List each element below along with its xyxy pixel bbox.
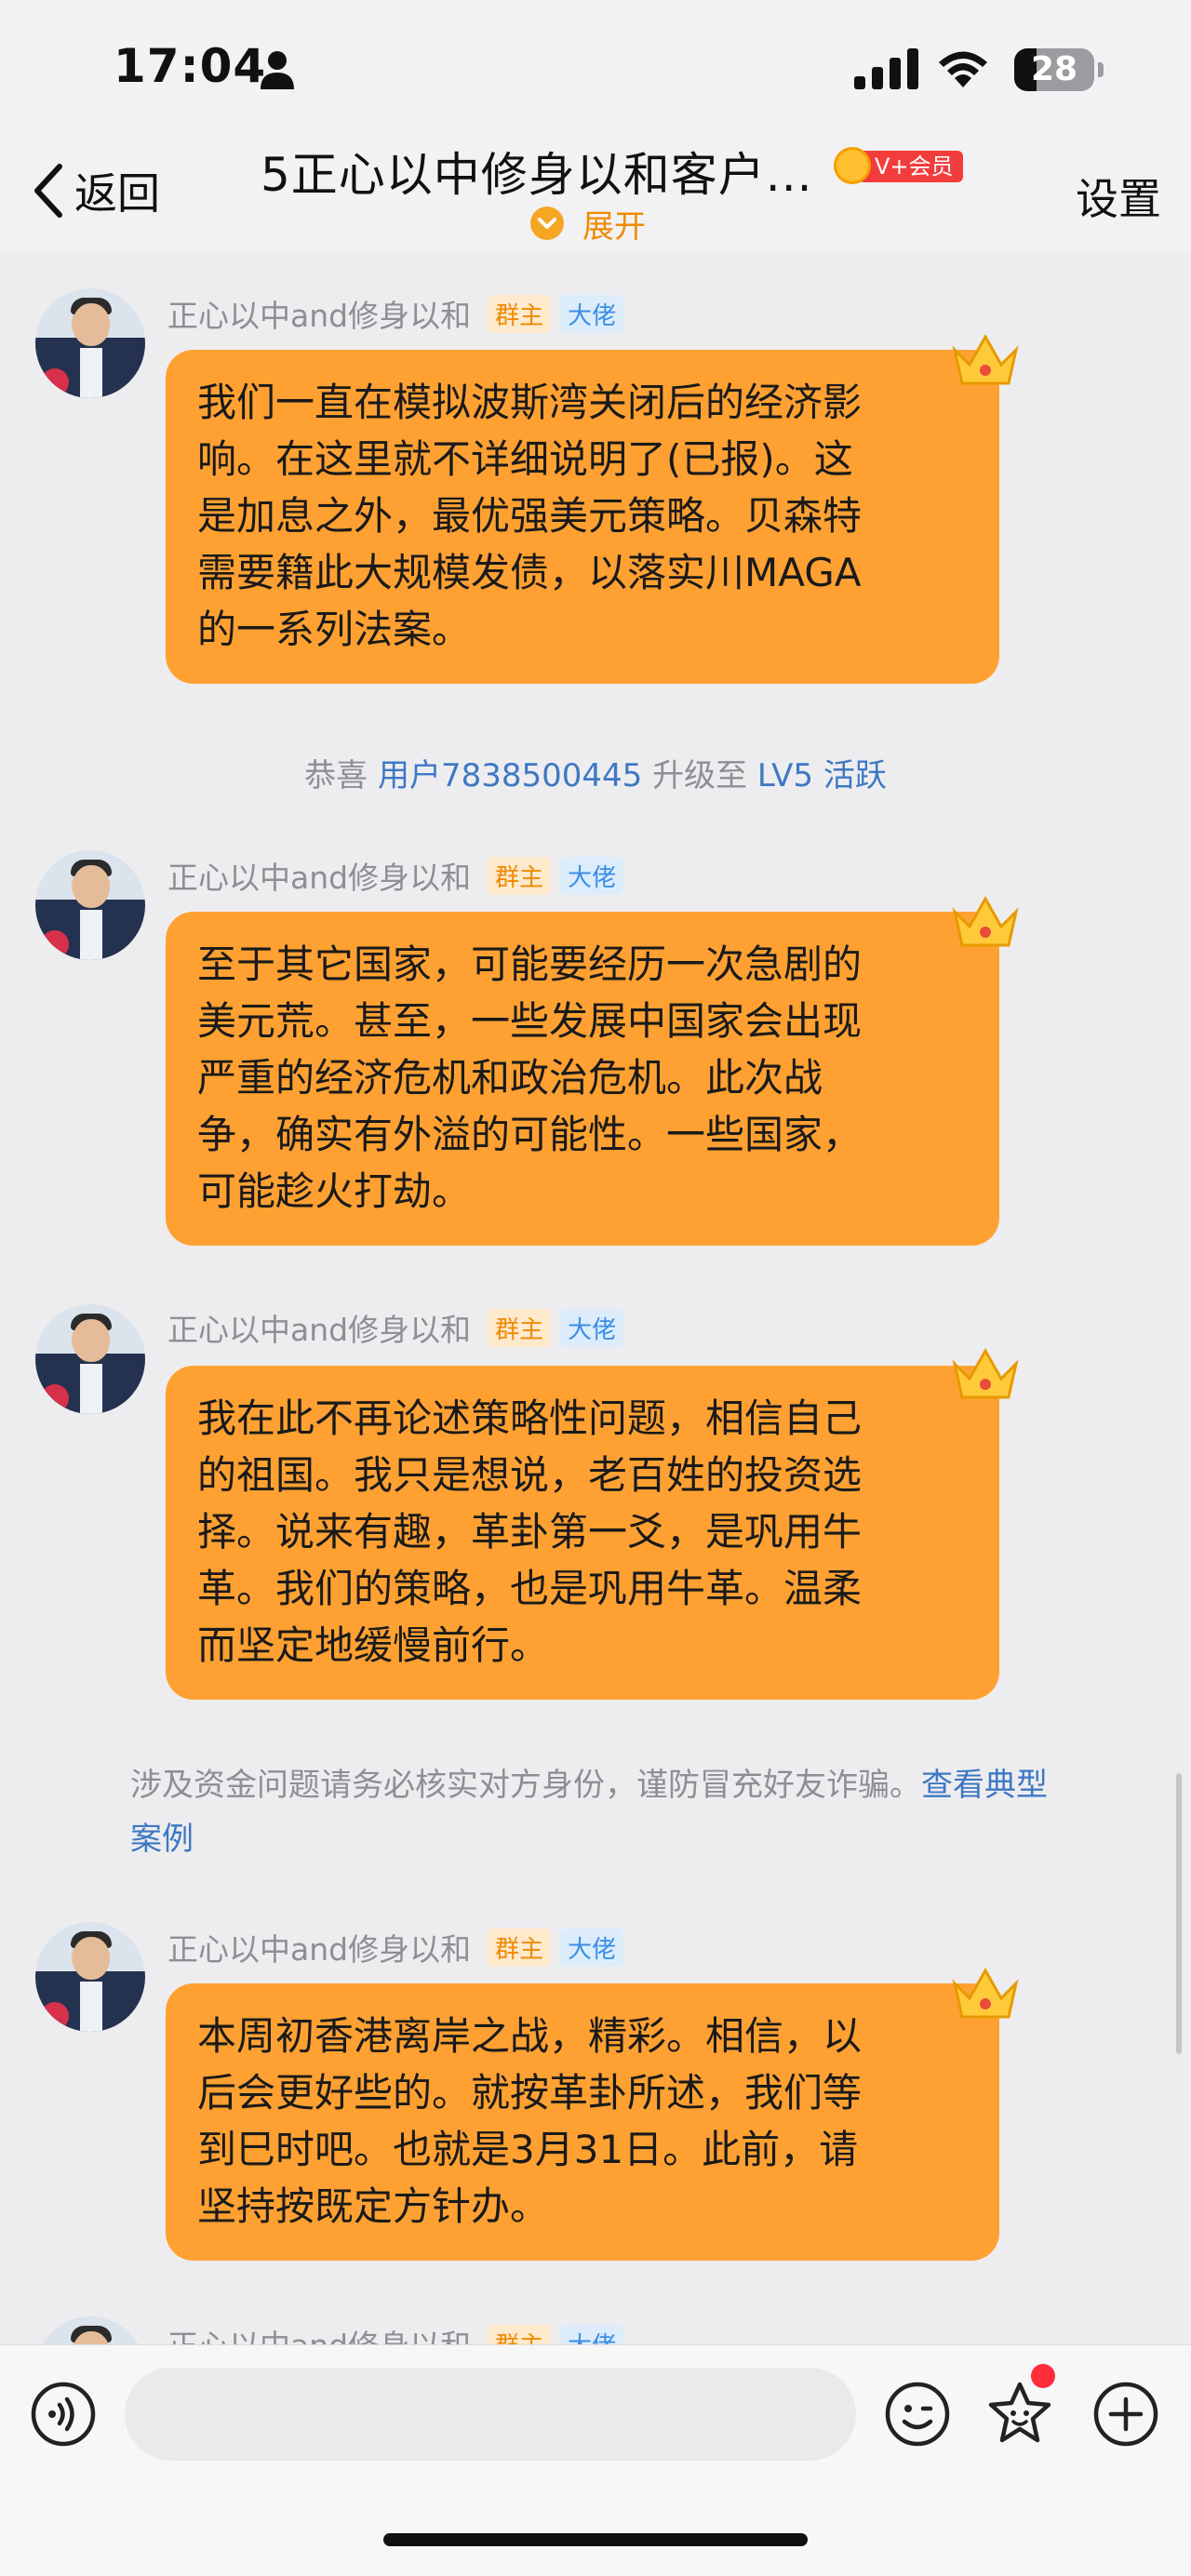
- sender-name: 正心以中and修身以和: [167, 2321, 471, 2344]
- vip-badge[interactable]: V+会员: [834, 147, 963, 186]
- sender-row: 正心以中and修身以和 群主 大佬: [167, 2320, 624, 2344]
- sender-row: 正心以中and修身以和 群主 大佬: [167, 1304, 624, 1351]
- notification-dot: [1031, 2364, 1055, 2388]
- message-input[interactable]: [125, 2368, 856, 2461]
- wifi-icon: [939, 51, 987, 87]
- vip-crown-icon: [834, 147, 871, 184]
- status-time: 17:04: [114, 39, 267, 93]
- avatar[interactable]: [35, 1922, 145, 2032]
- message-text: 我们一直在模拟波斯湾关闭后的经济影 响。在这里就不详细说明了(已报)。这 是加息…: [197, 380, 863, 652]
- vip-tag: 大佬: [560, 2324, 624, 2344]
- crown-icon: [952, 1967, 1019, 2019]
- home-indicator[interactable]: [383, 2533, 808, 2546]
- sender-name: 正心以中and修身以和: [167, 860, 472, 896]
- message-text: 我在此不再论述策略性问题，相信自己 的祖国。我只是想说，老百姓的投资选 择。说来…: [197, 1395, 863, 1668]
- message-bubble[interactable]: 我们一直在模拟波斯湾关闭后的经济影 响。在这里就不详细说明了(已报)。这 是加息…: [166, 350, 999, 684]
- vip-tag: 大佬: [560, 1308, 624, 1347]
- message-text: 至于其它国家，可能要经历一次急剧的 美元荒。甚至，一些发展中国家会出现 严重的经…: [197, 941, 863, 1214]
- person-icon: [261, 51, 294, 89]
- system-notice: 恭喜 用户7838500445 升级至 LV5 活跃: [0, 750, 1191, 795]
- crown-icon: [952, 895, 1019, 947]
- message-bubble[interactable]: 本周初香港离岸之战，精彩。相信，以 后会更好些的。就按革卦所述，我们等 到巳时吧…: [166, 1983, 999, 2261]
- input-bar: [0, 2344, 1191, 2576]
- notice-middle: 升级至: [652, 757, 748, 794]
- vip-label: V+会员: [858, 151, 963, 182]
- back-button[interactable]: 返回: [30, 158, 160, 223]
- battery-icon: 28: [1014, 48, 1104, 91]
- voice-icon[interactable]: [30, 2381, 97, 2448]
- message-bubble[interactable]: 至于其它国家，可能要经历一次急剧的 美元荒。甚至，一些发展中国家会出现 严重的经…: [166, 912, 999, 1246]
- chat-area[interactable]: 正心以中and修身以和 群主 大佬 我们一直在模拟波斯湾关闭后的经济影 响。在这…: [0, 253, 1191, 2344]
- scrollbar[interactable]: [1176, 1773, 1182, 2054]
- sticker-icon[interactable]: [984, 2379, 1055, 2449]
- sender-row: 正心以中and修身以和 群主 大佬: [167, 852, 624, 899]
- back-label: 返回: [74, 168, 160, 219]
- avatar[interactable]: [35, 1304, 145, 1414]
- owner-tag: 群主: [488, 856, 552, 895]
- crown-icon: [952, 1347, 1019, 1399]
- notice-prefix: 恭喜: [304, 757, 368, 794]
- sender-name: 正心以中and修身以和: [167, 1931, 472, 1968]
- owner-tag: 群主: [488, 1928, 552, 1967]
- vip-tag: 大佬: [560, 856, 624, 895]
- message-bubble[interactable]: 我在此不再论述策略性问题，相信自己 的祖国。我只是想说，老百姓的投资选 择。说来…: [166, 1366, 999, 1700]
- sender-row: 正心以中and修身以和 群主 大佬: [167, 1924, 624, 1970]
- owner-tag: 群主: [488, 294, 552, 333]
- warning-text: 涉及资金问题请务必核实对方身份，谨防冒充好友诈骗。: [130, 1767, 921, 1804]
- owner-tag: 群主: [488, 1308, 552, 1347]
- avatar[interactable]: [35, 2316, 145, 2344]
- chevron-left-icon: [34, 164, 62, 218]
- avatar[interactable]: [35, 850, 145, 960]
- owner-tag: 群主: [488, 2324, 552, 2344]
- fraud-warning: 涉及资金问题请务必核实对方身份，谨防冒充好友诈骗。查看典型案例: [130, 1758, 1070, 1866]
- avatar[interactable]: [35, 288, 145, 398]
- plus-icon[interactable]: [1092, 2381, 1159, 2448]
- header: 17:04 28 返回 5正心以中修身以和客户... V+会员 展开 设置: [0, 0, 1191, 253]
- crown-icon: [952, 333, 1019, 385]
- sender-name: 正心以中and修身以和: [167, 298, 472, 334]
- expand-button[interactable]: 展开: [530, 203, 646, 246]
- vip-tag: 大佬: [560, 1928, 624, 1967]
- signal-icon: [854, 48, 918, 89]
- emoji-icon[interactable]: [884, 2381, 951, 2448]
- sender-name: 正心以中and修身以和: [167, 1312, 472, 1348]
- battery-level: 28: [1030, 50, 1078, 88]
- chevron-down-icon: [530, 207, 564, 240]
- notice-level: LV5 活跃: [756, 757, 887, 794]
- message-text: 本周初香港离岸之战，精彩。相信，以 后会更好些的。就按革卦所述，我们等 到巳时吧…: [197, 2013, 863, 2229]
- group-title[interactable]: 5正心以中修身以和客户...: [261, 138, 813, 205]
- vip-tag: 大佬: [560, 294, 624, 333]
- notice-user-link[interactable]: 用户7838500445: [378, 757, 642, 794]
- settings-button[interactable]: 设置: [1076, 166, 1161, 227]
- sender-row: 正心以中and修身以和 群主 大佬: [167, 290, 624, 337]
- expand-label: 展开: [582, 207, 646, 246]
